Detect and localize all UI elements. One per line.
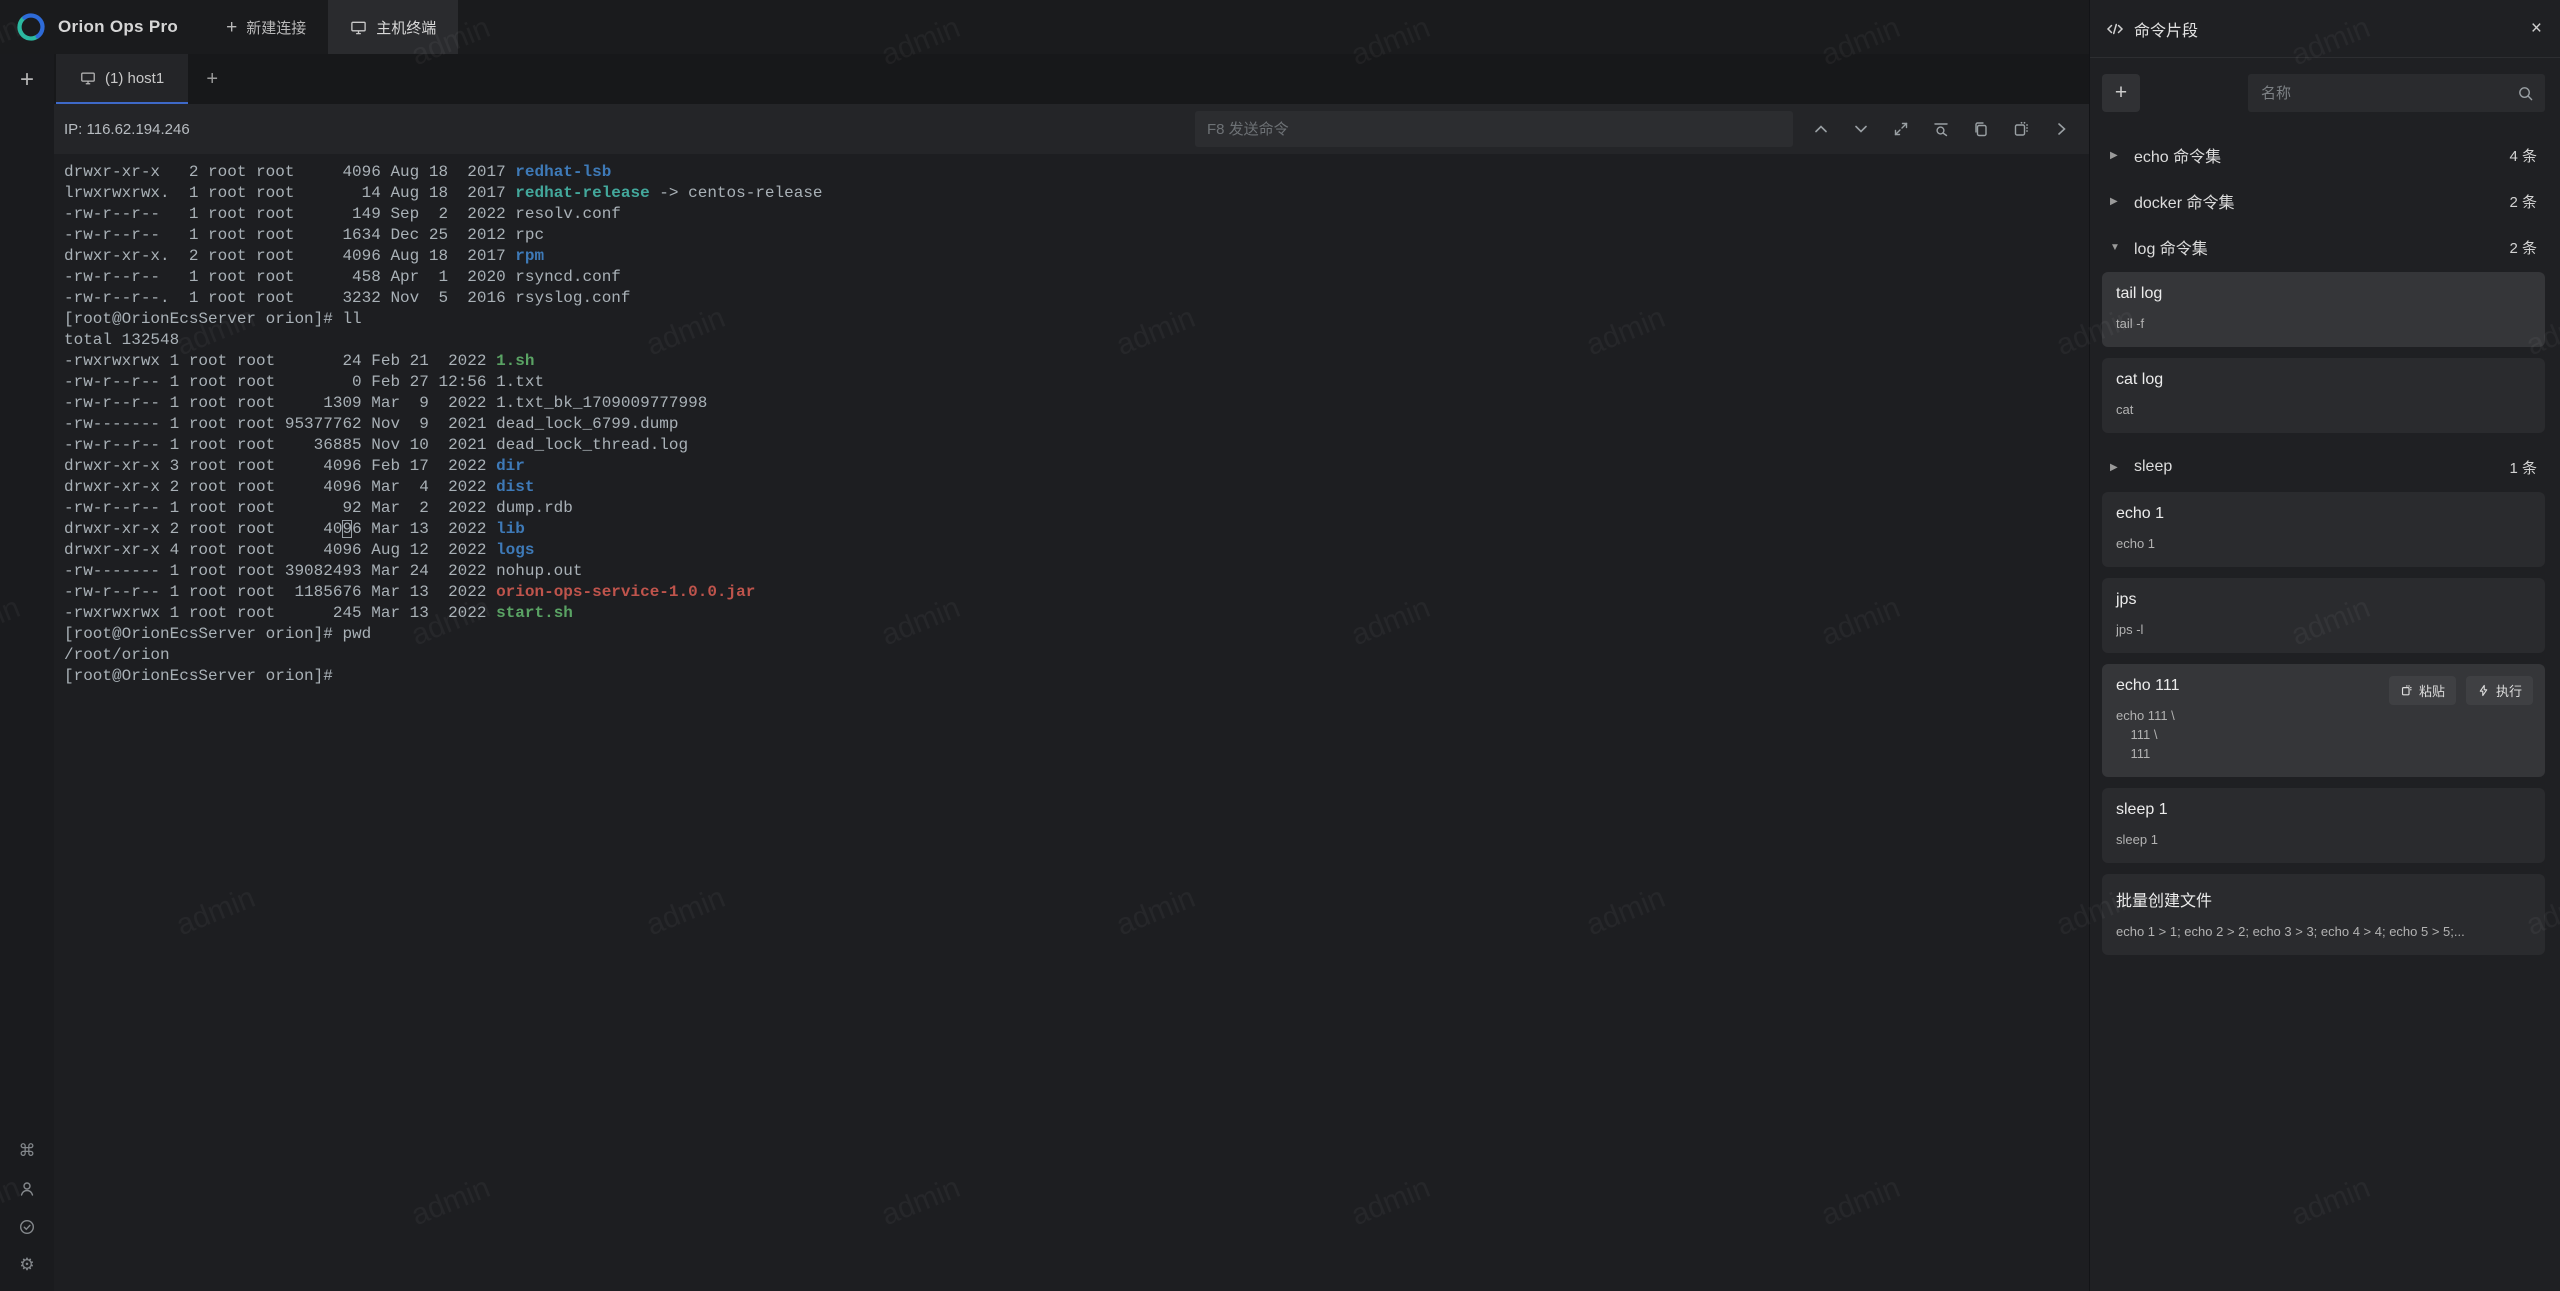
- app-logo-icon: [16, 12, 46, 42]
- snippet-card-batch-create[interactable]: 批量创建文件 echo 1 > 1; echo 2 > 2; echo 3 > …: [2102, 874, 2545, 955]
- terminal-tool-icons: [1807, 115, 2075, 143]
- group-name: docker 命令集: [2134, 189, 2234, 213]
- left-rail: + ⌘ ⚙: [0, 54, 54, 1291]
- code-icon: [2106, 20, 2124, 38]
- paste-icon[interactable]: [2007, 115, 2035, 143]
- scroll-down-icon[interactable]: [1847, 115, 1875, 143]
- menu-host-terminal-label: 主机终端: [376, 17, 436, 38]
- add-snippet-button[interactable]: +: [2102, 74, 2140, 112]
- settings-gear-icon[interactable]: ⚙: [17, 1255, 37, 1275]
- snippets-panel-header: 命令片段 ×: [2090, 0, 2560, 58]
- lightning-icon: [2477, 684, 2490, 697]
- monitor-icon: [350, 19, 367, 36]
- close-icon[interactable]: ×: [2531, 19, 2542, 38]
- group-name: log 命令集: [2134, 235, 2208, 259]
- fullscreen-icon[interactable]: [1887, 115, 1915, 143]
- execute-snippet-button[interactable]: 执行: [2466, 676, 2533, 705]
- snippet-group-log[interactable]: ▼ log 命令集 2 条: [2102, 224, 2545, 270]
- caret-right-icon: ▶: [2110, 462, 2121, 473]
- group-count: 4 条: [2509, 145, 2537, 166]
- group-count: 2 条: [2509, 237, 2537, 258]
- terminal-output[interactable]: drwxr-xr-x 2 root root 4096 Aug 18 2017 …: [54, 154, 2089, 1291]
- terminal-tab-host1[interactable]: (1) host1: [56, 54, 188, 104]
- left-column: Orion Ops Pro + 新建连接 主机终端 + ⌘: [0, 0, 2089, 1291]
- snippet-command: cat: [2116, 400, 2531, 419]
- rail-icons: ⌘ ⚙: [17, 1141, 37, 1275]
- snippet-group-docker[interactable]: ▶ docker 命令集 2 条: [2102, 178, 2545, 224]
- group-count: 1 条: [2509, 457, 2537, 478]
- send-command-input[interactable]: [1195, 111, 1793, 147]
- snippet-title: sleep 1: [2116, 801, 2531, 819]
- snippet-title: echo 1: [2116, 505, 2531, 523]
- snippet-command: echo 111 \ 111 \ 111: [2116, 706, 2531, 763]
- terminal-tabbar: (1) host1 +: [54, 54, 2089, 104]
- search-terminal-icon[interactable]: [1927, 115, 1955, 143]
- caret-right-icon: ▶: [2110, 150, 2121, 161]
- snippet-command: jps -l: [2116, 620, 2531, 639]
- copy-icon[interactable]: [1967, 115, 1995, 143]
- caret-down-icon: ▼: [2110, 242, 2121, 253]
- snippet-command: echo 1: [2116, 534, 2531, 553]
- snippet-group-echo[interactable]: ▶ echo 命令集 4 条: [2102, 132, 2545, 178]
- shortcut-keys-icon[interactable]: ⌘: [17, 1141, 37, 1161]
- snippet-card-cat-log[interactable]: cat log cat: [2102, 358, 2545, 433]
- snippet-title: 批量创建文件: [2116, 887, 2531, 911]
- snippet-command: sleep 1: [2116, 830, 2531, 849]
- plus-icon: +: [226, 18, 237, 37]
- menu-new-connection-label: 新建连接: [246, 17, 306, 38]
- app: Orion Ops Pro + 新建连接 主机终端 + ⌘: [0, 0, 2560, 1291]
- snippet-title: tail log: [2116, 285, 2531, 303]
- snippet-title: cat log: [2116, 371, 2531, 389]
- group-name: sleep: [2134, 458, 2172, 476]
- snippet-title: jps: [2116, 591, 2531, 609]
- menu-host-terminal[interactable]: 主机终端: [328, 0, 458, 54]
- ip-address: IP: 116.62.194.246: [64, 121, 190, 138]
- execute-button-label: 执行: [2496, 681, 2522, 700]
- group-count: 2 条: [2509, 191, 2537, 212]
- snippets-toolbar: +: [2102, 74, 2545, 112]
- snippet-search-input[interactable]: [2259, 84, 2517, 103]
- paste-icon: [2400, 684, 2413, 697]
- caret-right-icon: ▶: [2110, 196, 2121, 207]
- app-title: Orion Ops Pro: [58, 17, 178, 37]
- new-terminal-button[interactable]: +: [9, 62, 45, 98]
- add-tab-button[interactable]: +: [188, 54, 236, 104]
- search-icon: [2517, 85, 2534, 102]
- brand: Orion Ops Pro: [0, 0, 204, 54]
- snippet-group-sleep[interactable]: ▶ sleep 1 条: [2102, 444, 2545, 490]
- terminal-toolbar: IP: 116.62.194.246: [54, 104, 2089, 154]
- snippets-panel-body: + ▶ echo 命令集 4 条 ▶ docker 命令集 2 条 ▼: [2090, 58, 2560, 1291]
- user-icon[interactable]: [17, 1179, 37, 1199]
- top-header: Orion Ops Pro + 新建连接 主机终端: [0, 0, 2089, 54]
- snippets-panel-title: 命令片段: [2134, 17, 2198, 41]
- scroll-up-icon[interactable]: [1807, 115, 1835, 143]
- snippet-search-box: [2248, 74, 2545, 112]
- snippet-command: tail -f: [2116, 314, 2531, 333]
- feedback-circle-icon[interactable]: [17, 1217, 37, 1237]
- menu-new-connection[interactable]: + 新建连接: [204, 0, 328, 54]
- paste-button-label: 粘贴: [2419, 681, 2445, 700]
- collapse-panel-icon[interactable]: [2047, 115, 2075, 143]
- terminal-tab-label: (1) host1: [105, 70, 164, 87]
- paste-snippet-button[interactable]: 粘贴: [2389, 676, 2456, 705]
- snippet-card-jps[interactable]: jps jps -l: [2102, 578, 2545, 653]
- snippet-card-echo-111[interactable]: echo 111 echo 111 \ 111 \ 111 粘贴 执行: [2102, 664, 2545, 777]
- snippet-actions: 粘贴 执行: [2389, 676, 2533, 705]
- snippet-command: echo 1 > 1; echo 2 > 2; echo 3 > 3; echo…: [2116, 922, 2531, 941]
- snippet-card-tail-log[interactable]: tail log tail -f: [2102, 272, 2545, 347]
- terminal-center: (1) host1 + IP: 116.62.194.246: [54, 54, 2089, 1291]
- snippet-card-echo-1[interactable]: echo 1 echo 1: [2102, 492, 2545, 567]
- main: + ⌘ ⚙: [0, 54, 2089, 1291]
- monitor-icon: [80, 70, 96, 86]
- group-name: echo 命令集: [2134, 143, 2221, 167]
- snippet-card-sleep-1[interactable]: sleep 1 sleep 1: [2102, 788, 2545, 863]
- snippets-panel: 命令片段 × + ▶ echo 命令集 4 条 ▶ docker 命: [2089, 0, 2560, 1291]
